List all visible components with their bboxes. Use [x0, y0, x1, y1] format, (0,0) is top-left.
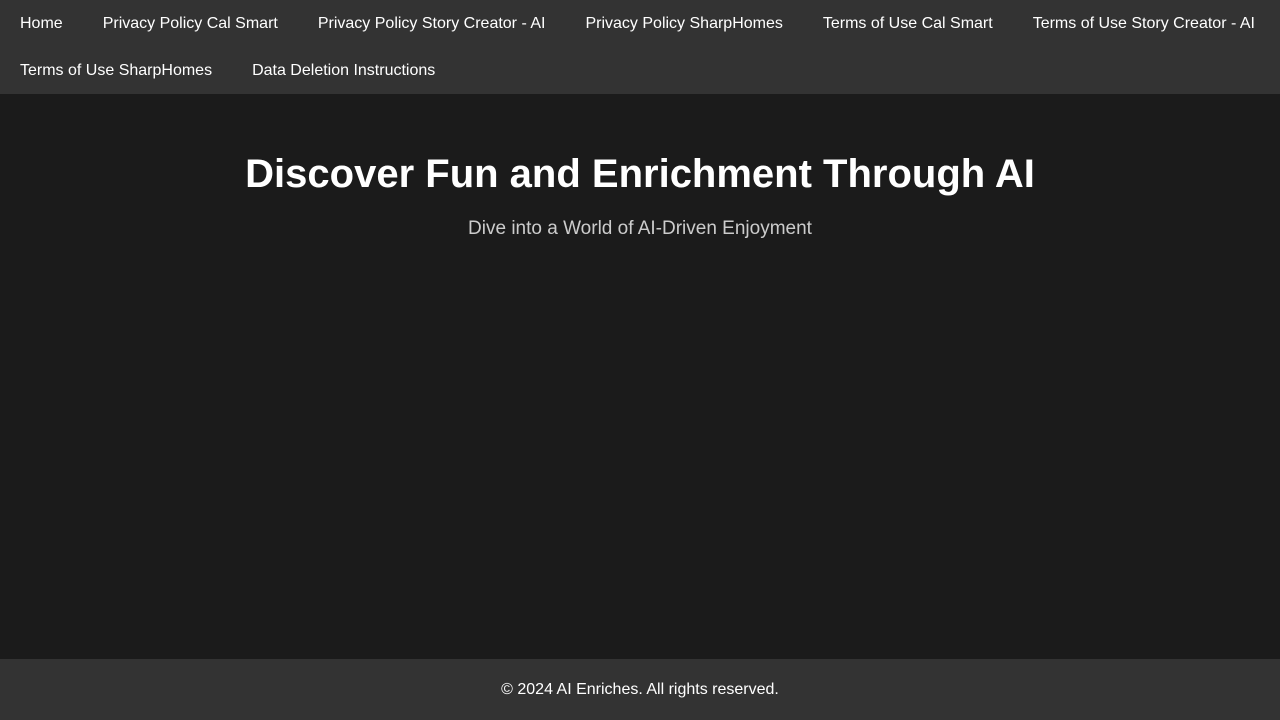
hero-subtitle: Dive into a World of AI-Driven Enjoyment [468, 218, 812, 239]
nav-link-privacy-policy-sharphomes[interactable]: Privacy Policy SharpHomes [565, 0, 802, 47]
footer: © 2024 AI Enriches. All rights reserved. [0, 659, 1280, 720]
page: Home Privacy Policy Cal Smart Privacy Po… [0, 0, 1280, 720]
nav-link-terms-sharphomes[interactable]: Terms of Use SharpHomes [0, 47, 232, 94]
hero-title: Discover Fun and Enrichment Through AI [245, 152, 1035, 196]
nav-link-home[interactable]: Home [0, 0, 83, 47]
hero-section: Discover Fun and Enrichment Through AI D… [0, 94, 1280, 659]
nav-link-privacy-policy-cal-smart[interactable]: Privacy Policy Cal Smart [83, 0, 298, 47]
footer-copyright: © 2024 AI Enriches. All rights reserved. [501, 680, 779, 698]
top-navigation: Home Privacy Policy Cal Smart Privacy Po… [0, 0, 1280, 94]
nav-link-data-deletion[interactable]: Data Deletion Instructions [232, 47, 455, 94]
nav-link-privacy-policy-story-creator[interactable]: Privacy Policy Story Creator - AI [298, 0, 566, 47]
nav-link-terms-cal-smart[interactable]: Terms of Use Cal Smart [803, 0, 1013, 47]
nav-link-terms-story-creator[interactable]: Terms of Use Story Creator - AI [1013, 0, 1275, 47]
